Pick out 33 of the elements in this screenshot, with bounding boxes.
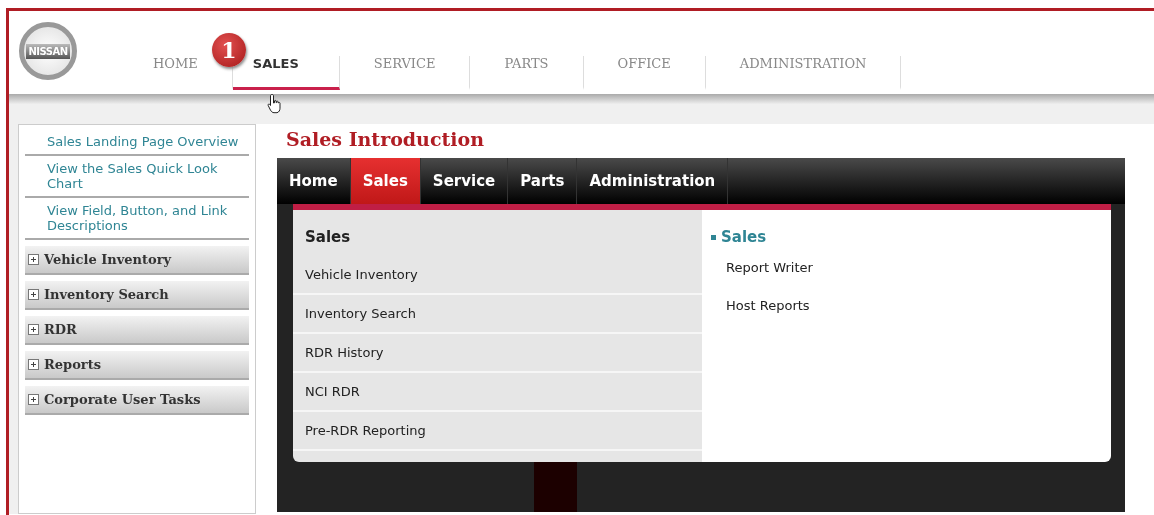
step-badge: 1 [212, 33, 246, 67]
sidebar-section[interactable]: Corporate User Tasks [25, 386, 249, 415]
logo: NISSAN [19, 22, 77, 80]
section-label: Corporate User Tasks [44, 392, 201, 407]
section-label: RDR [44, 322, 77, 337]
sidebar-section[interactable]: RDR [25, 316, 249, 345]
square-bullet-icon [711, 234, 716, 240]
hand-cursor-icon [267, 93, 283, 115]
dropdown-heading: Sales [721, 228, 767, 246]
section-label: Vehicle Inventory [44, 252, 172, 267]
section-label: Inventory Search [44, 287, 169, 302]
nav-tab[interactable]: ADMINISTRATION [705, 56, 902, 90]
page-title: Sales Introduction [286, 128, 485, 150]
sidebar-section[interactable]: Vehicle Inventory [25, 246, 249, 275]
sidebar-link[interactable]: Sales Landing Page Overview [25, 129, 249, 156]
section-label: Reports [44, 357, 101, 372]
dropdown-item[interactable]: Pre-RDR Reporting [293, 412, 702, 451]
nav-tab[interactable]: PARTS [470, 56, 584, 90]
sidebar-section[interactable]: Inventory Search [25, 281, 249, 310]
dropdown-item[interactable]: Inventory Search [293, 295, 702, 334]
sidebar-section[interactable]: Reports [25, 351, 249, 380]
menu-tab[interactable]: Sales [350, 158, 421, 204]
dropdown-item[interactable]: NCI RDR [293, 373, 702, 412]
dropdown-item[interactable]: Vehicle Inventory [293, 256, 702, 295]
dropdown-item[interactable]: RDR History [293, 334, 702, 373]
dark-block [534, 462, 577, 512]
nav-tab[interactable]: OFFICE [583, 56, 706, 90]
sidebar-link[interactable]: View the Sales Quick Look Chart [25, 156, 249, 198]
dropdown-item[interactable]: Host Reports [702, 293, 1111, 331]
dropdown-item[interactable]: Report Writer [702, 255, 1111, 293]
sidebar-link[interactable]: View Field, Button, and Link Descriptions [25, 198, 249, 240]
dropdown-heading: Sales [304, 228, 352, 248]
nav-tab[interactable]: SERVICE [339, 56, 471, 90]
